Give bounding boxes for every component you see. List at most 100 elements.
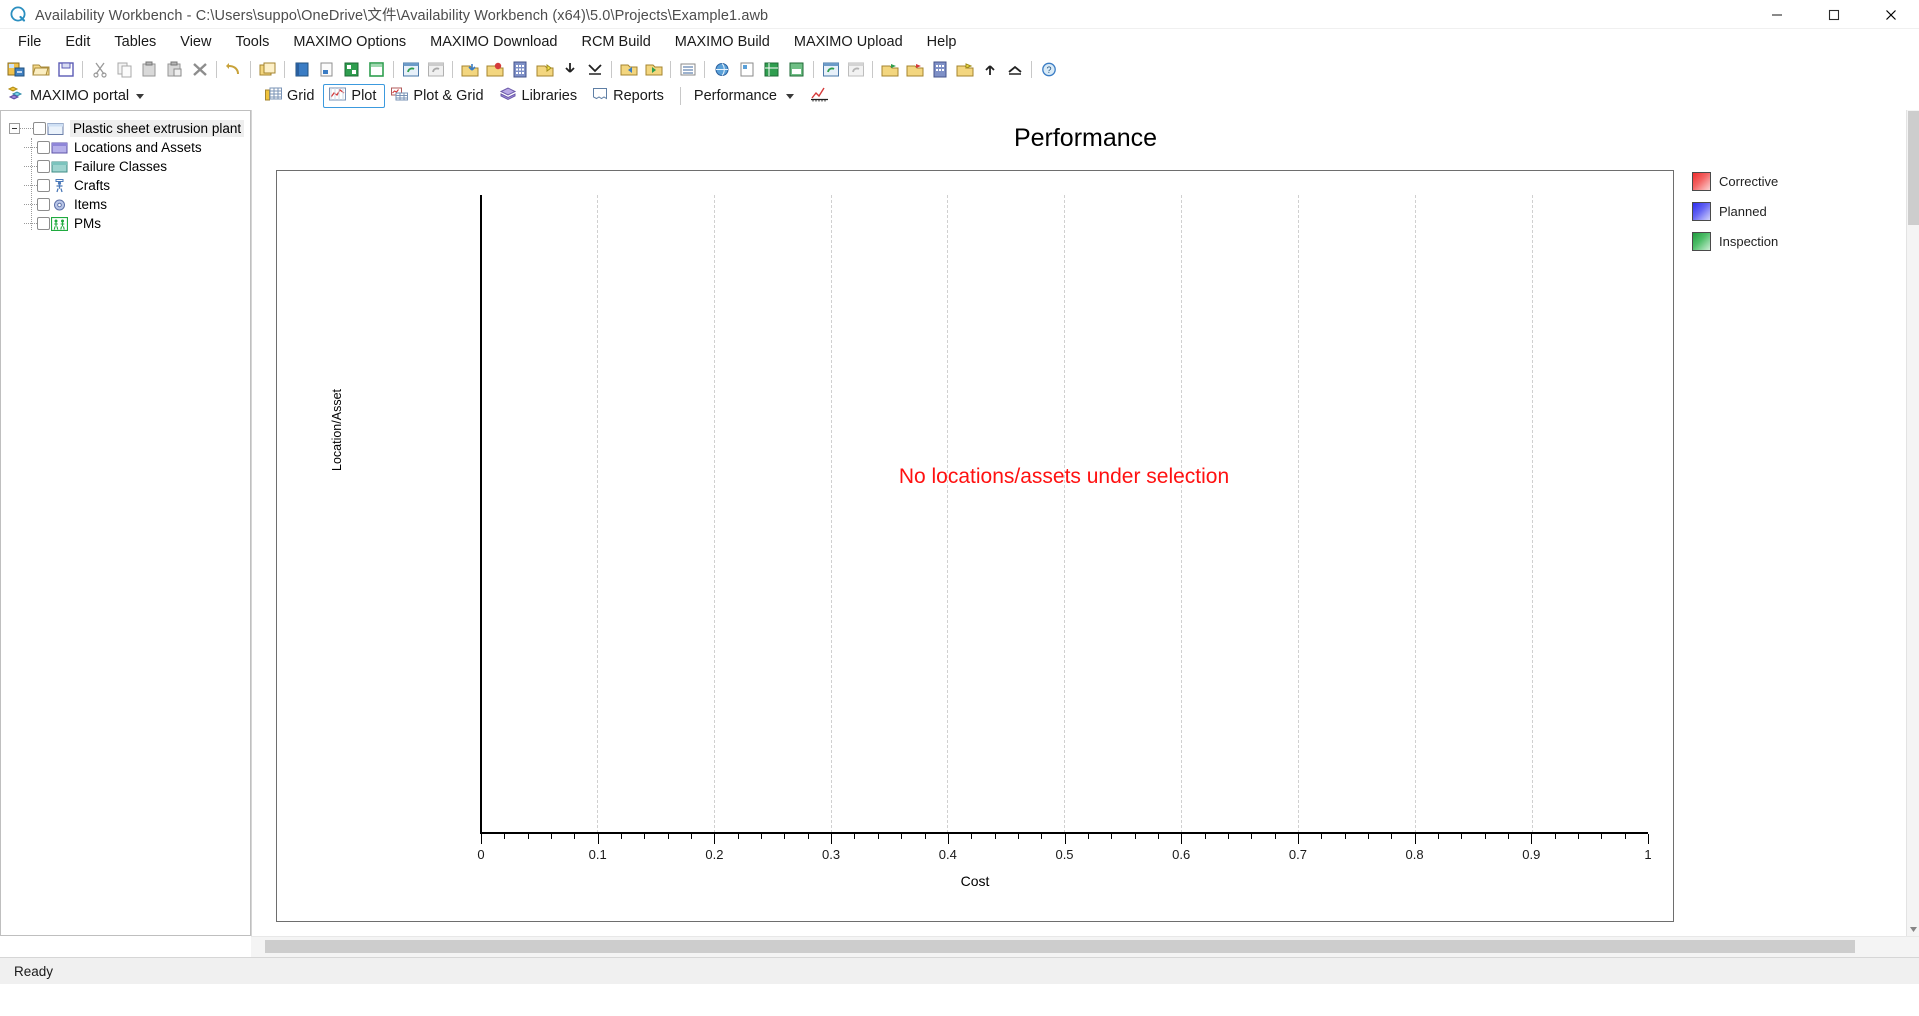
globe-button[interactable] [709, 57, 734, 81]
open-project-button[interactable] [28, 57, 53, 81]
menu-maximo-upload[interactable]: MAXIMO Upload [782, 30, 915, 54]
tab-libraries[interactable]: Libraries [493, 84, 587, 108]
sync-disabled-button[interactable] [843, 57, 868, 81]
x-tick-minor [1391, 834, 1393, 839]
tree-item-items[interactable]: Items [1, 195, 250, 214]
maximize-icon [1828, 9, 1840, 21]
menu-tables[interactable]: Tables [102, 30, 168, 54]
tree-checkbox[interactable] [37, 217, 50, 230]
paste-special-button[interactable] [162, 57, 187, 81]
grid-green-button[interactable] [339, 57, 364, 81]
svg-text:?: ? [1046, 65, 1051, 75]
menu-view[interactable]: View [168, 30, 223, 54]
horizontal-scrollbar[interactable] [251, 936, 1919, 957]
duplicate-button[interactable] [255, 57, 280, 81]
legend-swatch-corrective [1692, 171, 1711, 191]
horizontal-scroll-thumb[interactable] [265, 940, 1855, 953]
menu-help[interactable]: Help [915, 30, 969, 54]
plant-folder-icon [47, 122, 64, 136]
refresh-button[interactable] [398, 57, 423, 81]
delete-button[interactable] [187, 57, 212, 81]
expand-button[interactable] [582, 57, 607, 81]
copy-button[interactable] [112, 57, 137, 81]
x-tick-minor [667, 834, 669, 839]
document-button[interactable] [314, 57, 339, 81]
highlight-button[interactable] [532, 57, 557, 81]
tree-checkbox[interactable] [37, 160, 50, 173]
next-button[interactable] [641, 57, 666, 81]
tab-plot-and-grid[interactable]: Plot & Grid [385, 84, 492, 108]
prev-button[interactable] [616, 57, 641, 81]
calculator-button[interactable] [507, 57, 532, 81]
vertical-scroll-thumb[interactable] [1908, 111, 1919, 225]
tree-item-crafts[interactable]: Crafts [1, 176, 250, 195]
gridline [1298, 195, 1299, 833]
chevron-down-icon[interactable] [785, 93, 794, 99]
tree-checkbox[interactable] [37, 179, 50, 192]
x-tick-minor [1437, 834, 1439, 839]
tree-item-pms[interactable]: PMs [1, 214, 250, 233]
performance-chart-button[interactable] [807, 84, 832, 108]
main-toolbar: ? [0, 56, 1919, 82]
chevron-down-icon[interactable] [136, 93, 145, 99]
table-button[interactable] [927, 57, 952, 81]
maximo-portal-header[interactable]: MAXIMO portal [0, 82, 251, 110]
tree-item-plastic-sheet-extrusion-plant[interactable]: Plastic sheet extrusion plant [1, 119, 250, 138]
vertical-scrollbar[interactable] [1906, 110, 1919, 936]
scroll-down-arrow[interactable] [1907, 923, 1919, 936]
tree-item-failure-classes[interactable]: Failure Classes [1, 157, 250, 176]
spreadsheet-button[interactable] [759, 57, 784, 81]
highlight-icon [536, 61, 554, 78]
tree-checkbox[interactable] [37, 141, 50, 154]
x-tick-major [1531, 834, 1533, 844]
top-button[interactable] [977, 57, 1002, 81]
tab-plot[interactable]: Plot [323, 84, 386, 108]
green-grid-icon [343, 61, 361, 78]
export-button[interactable] [482, 57, 507, 81]
paste-button[interactable] [137, 57, 162, 81]
menu-maximo-options[interactable]: MAXIMO Options [281, 30, 418, 54]
x-tick-minor [1251, 834, 1253, 839]
legend-item-planned[interactable]: Planned [1692, 196, 1852, 226]
tab-grid[interactable]: Grid [259, 84, 323, 108]
legend-item-corrective[interactable]: Corrective [1692, 166, 1852, 196]
window-controls [1748, 0, 1919, 29]
new-project-button[interactable] [3, 57, 28, 81]
import-button[interactable] [457, 57, 482, 81]
performance-dropdown[interactable]: Performance [688, 84, 803, 108]
menu-rcm-build[interactable]: RCM Build [569, 30, 662, 54]
save-project-button[interactable] [53, 57, 78, 81]
maximize-button[interactable] [1805, 0, 1862, 29]
menu-tools[interactable]: Tools [223, 30, 281, 54]
x-tick-minor [737, 834, 739, 839]
flag-red-button[interactable] [902, 57, 927, 81]
window-button[interactable] [364, 57, 389, 81]
flag-green-button[interactable] [877, 57, 902, 81]
menu-file[interactable]: File [6, 30, 53, 54]
cut-button[interactable] [87, 57, 112, 81]
book-button[interactable] [289, 57, 314, 81]
tree-item-locations-and-assets[interactable]: Locations and Assets [1, 138, 250, 157]
help-button[interactable]: ? [1036, 57, 1061, 81]
menu-maximo-build[interactable]: MAXIMO Build [663, 30, 782, 54]
archive-button[interactable] [784, 57, 809, 81]
list-button[interactable] [675, 57, 700, 81]
menu-edit[interactable]: Edit [53, 30, 102, 54]
undo-button[interactable] [221, 57, 246, 81]
scissors-icon [91, 61, 109, 78]
legend-item-inspection[interactable]: Inspection [1692, 226, 1852, 256]
sync-button[interactable] [818, 57, 843, 81]
minimize-button[interactable] [1748, 0, 1805, 29]
flag-yellow-button[interactable] [952, 57, 977, 81]
tree-checkbox[interactable] [33, 122, 46, 135]
menu-maximo-download[interactable]: MAXIMO Download [418, 30, 569, 54]
tab-reports[interactable]: Reports [586, 84, 673, 108]
bottom-button[interactable] [1002, 57, 1027, 81]
close-button[interactable] [1862, 0, 1919, 29]
collapse-toggle-icon[interactable] [9, 123, 20, 134]
collapse-button[interactable] [557, 57, 582, 81]
tree-checkbox[interactable] [37, 198, 50, 211]
reload-button[interactable] [423, 57, 448, 81]
properties-button[interactable] [734, 57, 759, 81]
x-tick-label: 0.8 [1405, 847, 1424, 862]
